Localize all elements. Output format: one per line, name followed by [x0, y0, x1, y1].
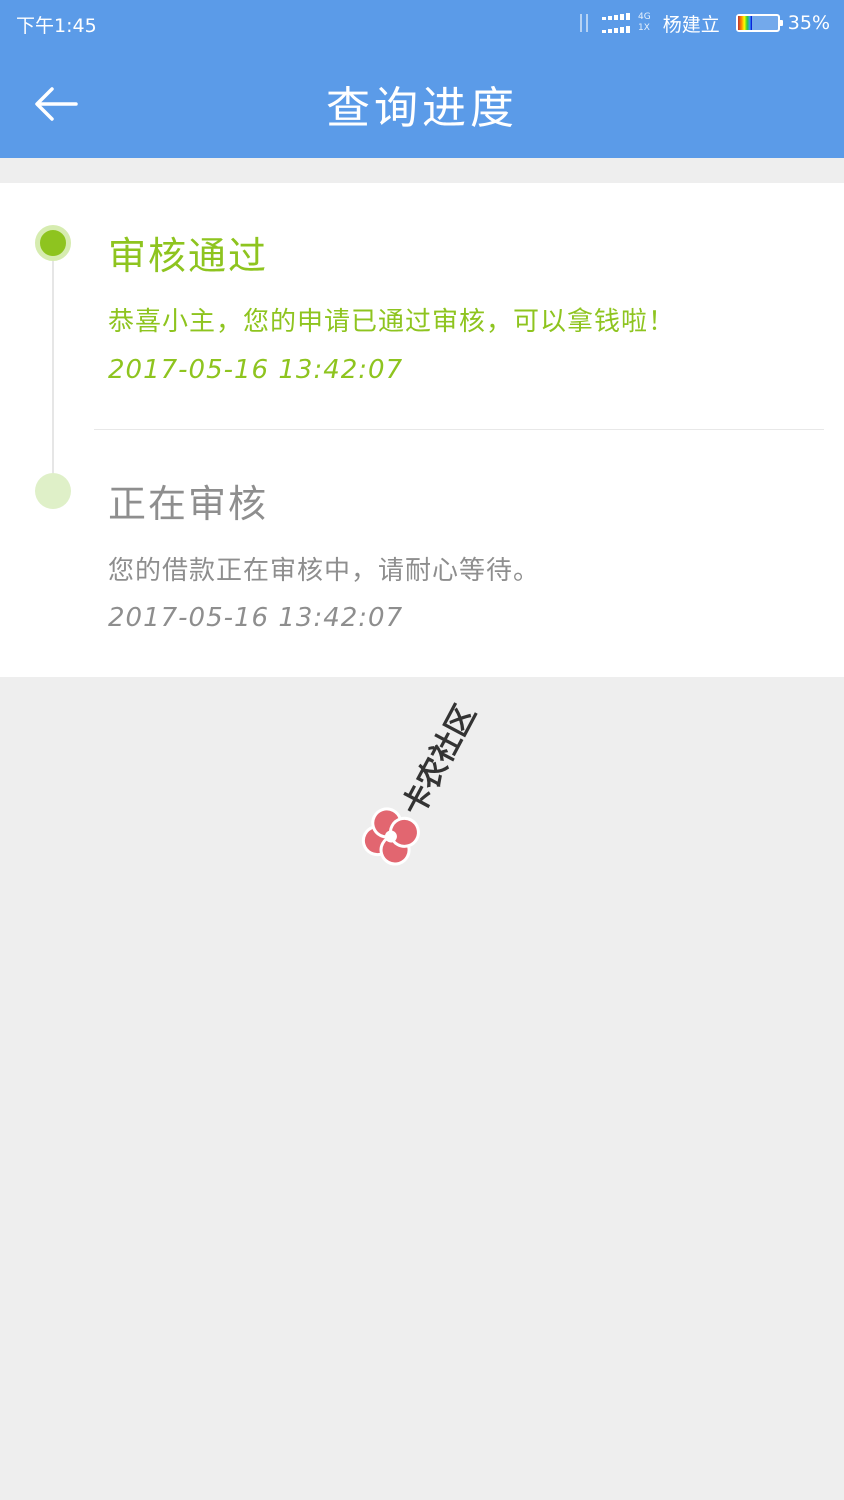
status-bar: 下午1:45 4G 1X 杨建立 35% — [0, 0, 844, 46]
status-time: 下午1:45 — [16, 15, 97, 37]
page-title: 查询进度 — [326, 83, 518, 134]
step-title-reviewing: 正在审核 — [108, 482, 269, 526]
timeline-divider — [94, 429, 824, 430]
step-description-reviewing: 您的借款正在审核中，请耐心等待。 — [108, 556, 541, 586]
battery-level-fill — [737, 16, 752, 30]
signal-strength-icon — [602, 12, 632, 34]
step-description-approved: 恭喜小主，您的申请已通过审核，可以拿钱啦！ — [108, 307, 676, 337]
app-header: 下午1:45 4G 1X 杨建立 35% 查询进度 — [0, 0, 844, 158]
step-dot-completed — [35, 225, 71, 261]
carrier-name: 杨建立 — [662, 13, 720, 36]
step-title-approved: 审核通过 — [108, 234, 269, 278]
status-icons: 4G 1X 杨建立 35% — [574, 8, 830, 38]
step-time-reviewing: 2017-05-16 13:42:07 — [108, 603, 404, 633]
network-type: 4G 1X — [638, 12, 651, 34]
network-type-bottom: 1X — [638, 23, 650, 33]
step-dot-pending — [35, 473, 71, 509]
step-time-approved: 2017-05-16 13:42:07 — [108, 355, 404, 385]
battery-icon — [735, 14, 783, 32]
data-transfer-icon — [574, 12, 594, 34]
battery-percent: 35% — [787, 12, 830, 34]
watermark-text: 卡农社区 — [396, 699, 484, 822]
progress-timeline: 审核通过 恭喜小主，您的申请已通过审核，可以拿钱啦！ 2017-05-16 13… — [0, 183, 844, 677]
network-type-top: 4G — [638, 12, 651, 22]
timeline-connector — [52, 245, 54, 473]
